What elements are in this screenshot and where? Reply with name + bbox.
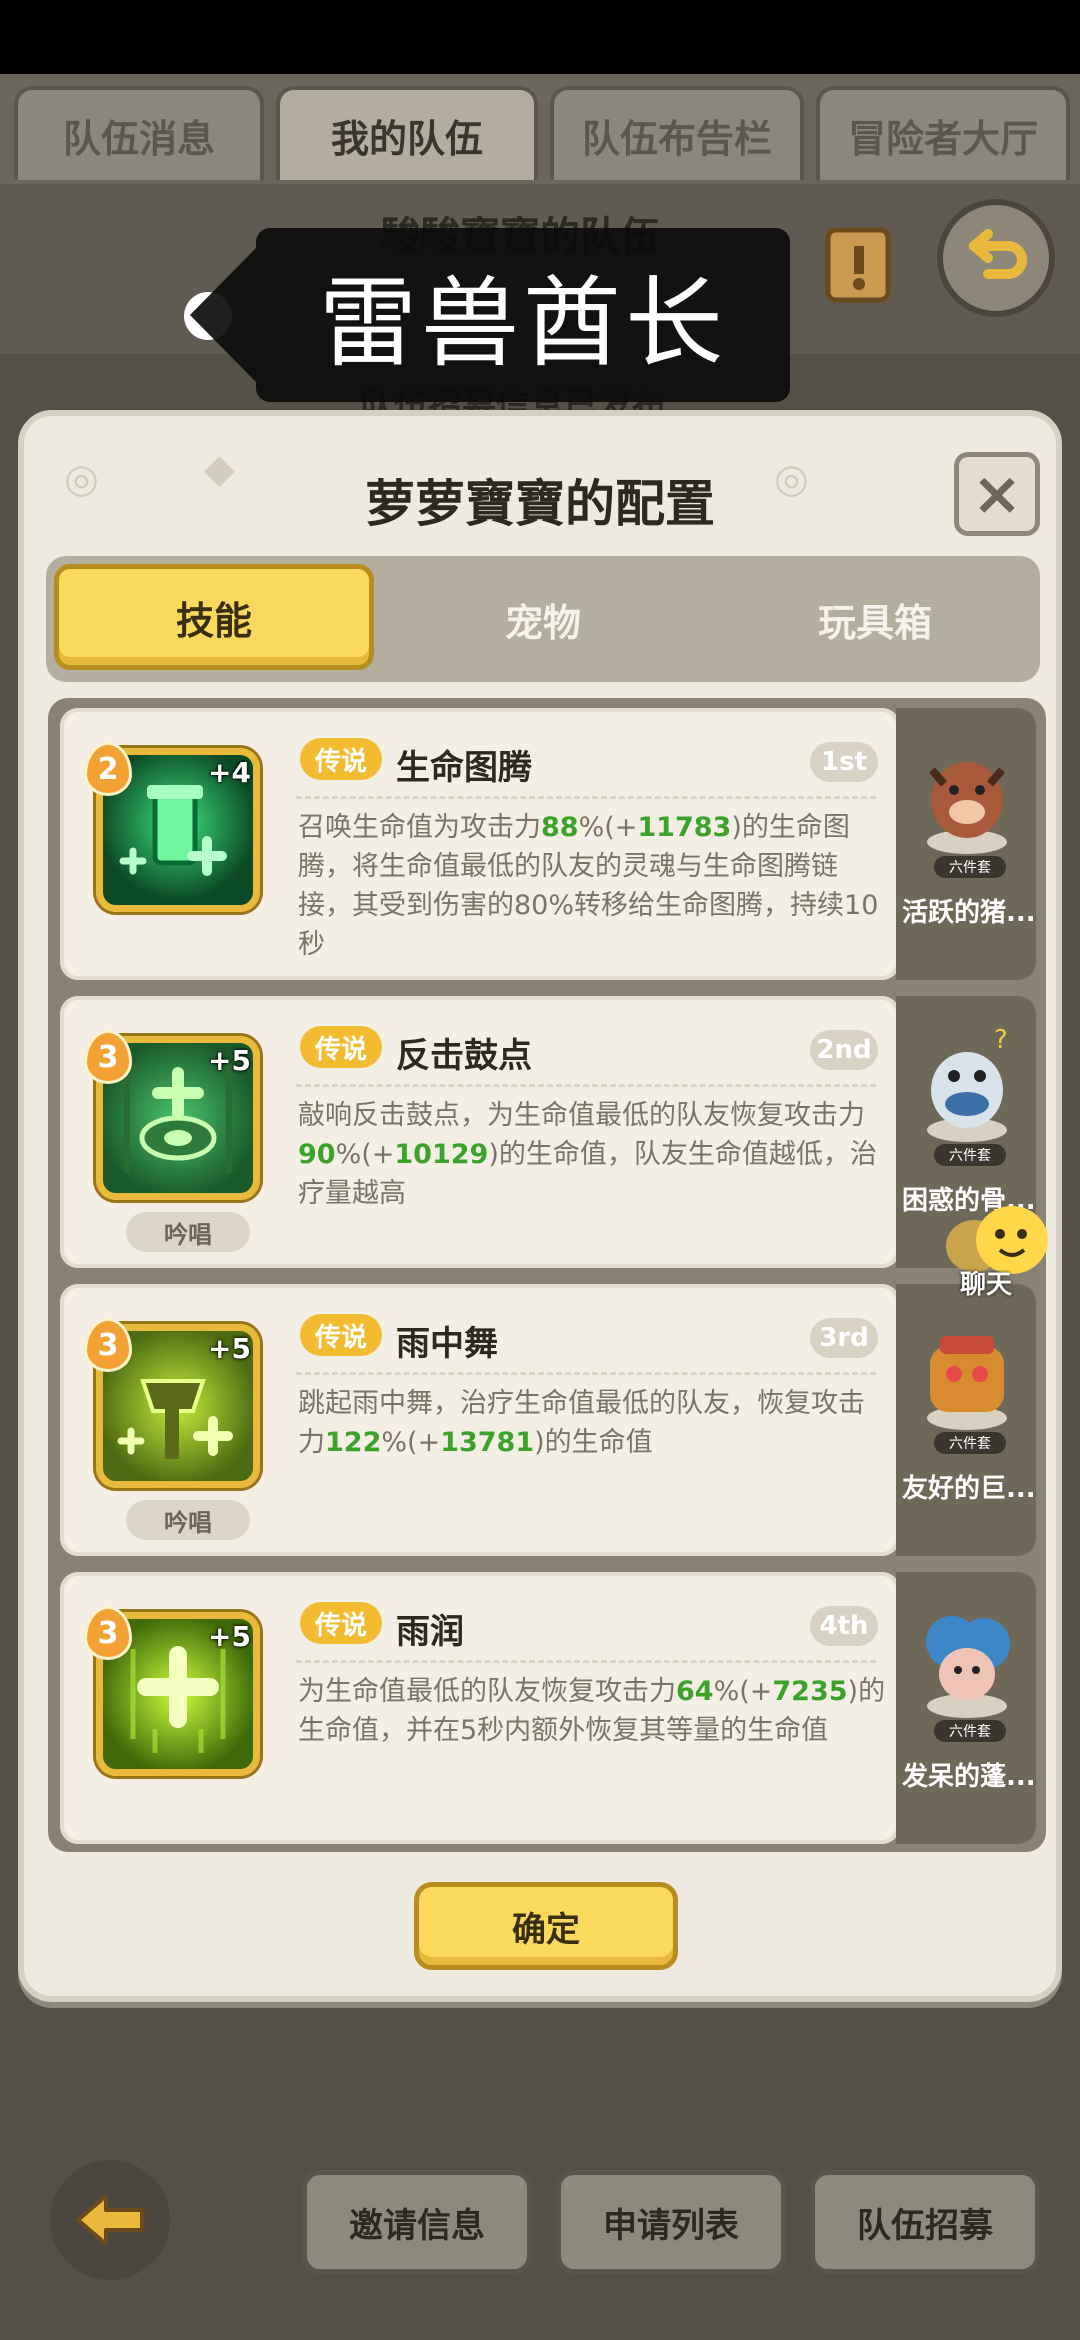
team-recruit-button[interactable]: 队伍招募 xyxy=(810,2170,1040,2274)
chat-label[interactable]: 聊天 xyxy=(960,1264,1012,1301)
tab-my-team[interactable]: 我的队伍 xyxy=(276,86,538,180)
skill-description: 敲响反击鼓点，为生命值最低的队友恢复攻击力90%(+10129)的生命值，队友生… xyxy=(298,1100,877,1209)
skill-card[interactable]: 2 +4 传说 生命图腾 1st 召唤生命值为攻击力88%(+11783)的生命… xyxy=(60,708,900,980)
svg-text:?: ? xyxy=(994,1025,1008,1055)
confirm-button[interactable]: 确定 xyxy=(414,1882,678,1970)
divider xyxy=(296,1660,876,1663)
skill-rank: 3rd xyxy=(810,1318,878,1358)
application-list-button[interactable]: 申请列表 xyxy=(556,2170,786,2274)
pet-set-badge: 六件套 xyxy=(934,1432,1006,1454)
pet-card[interactable]: 六件套 友好的巨... xyxy=(896,1284,1036,1556)
boss-name-bubble: 雷兽酋长 xyxy=(190,228,790,402)
skill-rank: 4th xyxy=(810,1606,878,1646)
back-arrow-icon xyxy=(76,2194,144,2246)
skill-card[interactable]: 3 +5 吟唱 传说 反击鼓点 2nd 敲响反击鼓点，为生命值最低的队友恢复攻击… xyxy=(60,996,900,1268)
skill-rank: 2nd xyxy=(810,1030,878,1070)
skill-name: 生命图腾 xyxy=(396,748,532,788)
skill-description: 召唤生命值为攻击力88%(+11783)的生命图腾，将生命值最低的队友的灵魂与生… xyxy=(298,812,879,960)
config-tab-bar: 技能 宠物 玩具箱 xyxy=(46,556,1040,682)
pet-name: 发呆的蓬... xyxy=(902,1762,1036,1792)
pet-set-badge: 六件套 xyxy=(934,856,1006,878)
chant-tag: 吟唱 xyxy=(126,1212,250,1252)
close-button[interactable]: × xyxy=(954,452,1040,536)
chant-tag: 吟唱 xyxy=(126,1500,250,1540)
modal-title: 萝萝寶寶的配置 xyxy=(365,475,715,533)
pet-set-badge: 六件套 xyxy=(934,1144,1006,1166)
rarity-tag: 传说 xyxy=(300,738,382,780)
return-icon[interactable] xyxy=(934,196,1058,320)
bone-dragon-pet-icon: ? xyxy=(912,1018,1022,1148)
pet-set-badge: 六件套 xyxy=(934,1720,1006,1742)
tab-toybox[interactable]: 玩具箱 xyxy=(710,556,1040,682)
skill-name: 雨润 xyxy=(396,1612,464,1652)
pet-card[interactable]: 六件套 发呆的蓬... xyxy=(896,1572,1036,1844)
skill-description: 跳起雨中舞，治疗生命值最低的队友，恢复攻击力122%(+13781)的生命值 xyxy=(298,1388,865,1458)
tab-team-messages[interactable]: 队伍消息 xyxy=(14,86,264,180)
team-tab-bar: 队伍消息 我的队伍 队伍布告栏 冒险者大厅 xyxy=(0,74,1080,184)
skill-plus-badge: +5 xyxy=(208,1332,251,1365)
status-bar xyxy=(0,0,1080,74)
fluffy-pet-icon xyxy=(912,1594,1022,1724)
skill-plus-badge: +5 xyxy=(208,1044,251,1077)
tab-skills[interactable]: 技能 xyxy=(54,564,374,670)
tab-adventurer-hall[interactable]: 冒险者大厅 xyxy=(816,86,1070,180)
rarity-tag: 传说 xyxy=(300,1314,382,1356)
giant-pet-icon xyxy=(912,1306,1022,1436)
rarity-tag: 传说 xyxy=(300,1026,382,1068)
skill-name: 反击鼓点 xyxy=(396,1036,532,1076)
invite-info-button[interactable]: 邀请信息 xyxy=(302,2170,532,2274)
skill-plus-badge: +5 xyxy=(208,1620,251,1653)
skill-rank: 1st xyxy=(810,742,878,782)
skill-name: 雨中舞 xyxy=(396,1324,498,1364)
pet-name: 友好的巨... xyxy=(902,1474,1036,1504)
divider xyxy=(296,796,876,799)
tab-pets[interactable]: 宠物 xyxy=(378,556,708,682)
divider xyxy=(296,1372,876,1375)
skill-description: 为生命值最低的队友恢复攻击力64%(+7235)的生命值，并在5秒内额外恢复其等… xyxy=(298,1676,886,1746)
skill-card[interactable]: 3 +5 传说 雨润 4th 为生命值最低的队友恢复攻击力64%(+7235)的… xyxy=(60,1572,900,1844)
tab-team-board[interactable]: 队伍布告栏 xyxy=(550,86,804,180)
config-modal: ◎ ◆ ◎ 萝萝寶寶的配置 × 技能 宠物 玩具箱 2 +4 传说 生命图腾 1… xyxy=(18,410,1062,2002)
boar-pet-icon xyxy=(912,730,1022,860)
skill-plus-badge: +4 xyxy=(208,756,251,789)
pet-name: 活跃的猪... xyxy=(902,898,1036,928)
divider xyxy=(296,1084,876,1087)
notice-scroll-icon[interactable] xyxy=(820,220,900,310)
rarity-tag: 传说 xyxy=(300,1602,382,1644)
back-button[interactable] xyxy=(50,2160,170,2280)
pet-card[interactable]: 六件套 活跃的猪... xyxy=(896,708,1036,980)
skill-card[interactable]: 3 +5 吟唱 传说 雨中舞 3rd 跳起雨中舞，治疗生命值最低的队友，恢复攻击… xyxy=(60,1284,900,1556)
